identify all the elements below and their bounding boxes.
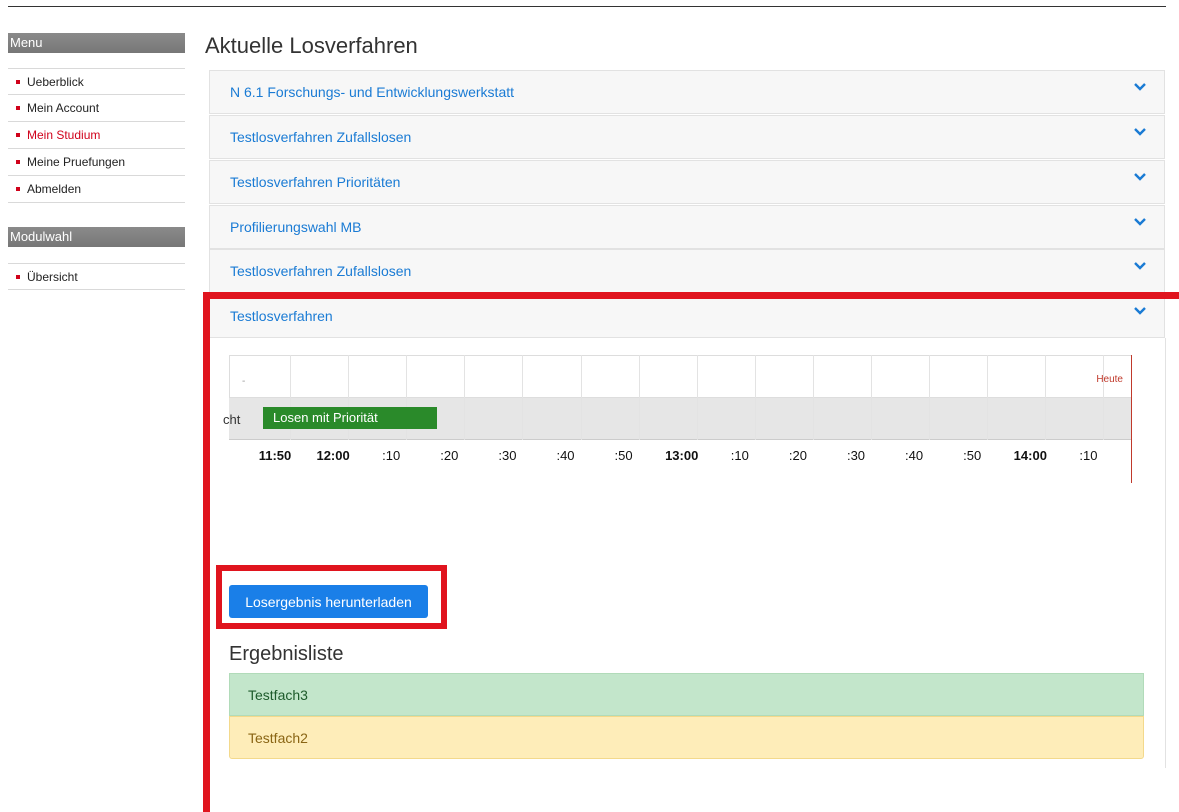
modulwahl-heading: Modulwahl	[8, 227, 185, 247]
timeline-tick-label: 12:00	[316, 448, 350, 463]
chevron-down-icon[interactable]	[1134, 218, 1146, 226]
timeline-bar-losen-mit-prioritaet[interactable]: Losen mit Priorität	[263, 407, 437, 429]
accordion-panel-header[interactable]: Testlosverfahren Zufallslosen	[209, 115, 1165, 159]
chevron-down-icon[interactable]	[1134, 173, 1146, 181]
results-title: Ergebnisliste	[229, 643, 344, 665]
timeline-gridline	[929, 355, 931, 440]
panel-title[interactable]: Testlosverfahren Zufallslosen	[230, 129, 411, 145]
modulwahl-list: Übersicht	[8, 263, 185, 290]
timeline-gridline	[1045, 355, 1047, 440]
panel-title[interactable]: Testlosverfahren	[230, 308, 333, 324]
accordion-panel-header-expanded[interactable]: Testlosverfahren	[209, 294, 1165, 338]
timeline-gridline	[522, 355, 524, 440]
sidebar-item-abmelden[interactable]: Abmelden	[8, 176, 185, 203]
sidebar-item-mein-account[interactable]: Mein Account	[8, 95, 185, 122]
page-title: Aktuelle Losverfahren	[205, 33, 418, 58]
accordion-panel-header[interactable]: N 6.1 Forschungs- und Entwicklungswerkst…	[209, 70, 1165, 114]
timeline-gridline	[987, 355, 989, 440]
chevron-down-icon[interactable]	[1134, 307, 1146, 315]
sidebar-item-mein-studium[interactable]: Mein Studium	[8, 122, 185, 149]
timeline-gridline	[638, 355, 640, 440]
timeline-placeholder: -	[242, 376, 246, 387]
top-divider	[8, 6, 1166, 7]
timeline-tick-label: 13:00	[665, 448, 699, 463]
timeline-tick-label: :10	[382, 448, 401, 463]
timeline-tick-label: :20	[788, 448, 807, 463]
timeline-gridline	[696, 355, 698, 440]
timeline-tick-label: :10	[1079, 448, 1098, 463]
timeline-tick-label: :10	[730, 448, 749, 463]
panel-title[interactable]: Testlosverfahren Zufallslosen	[230, 263, 411, 279]
timeline-gridline	[812, 355, 814, 440]
timeline-tick-label: :30	[846, 448, 866, 463]
panel-body-border	[1165, 338, 1166, 768]
timeline-gridline	[871, 355, 872, 440]
bullet-icon	[16, 79, 20, 84]
timeline-gridline	[580, 355, 582, 440]
timeline-row-label: cht	[223, 412, 241, 427]
timeline: - Heute cht Losen mit Priorität 11:50 12:…	[223, 355, 1132, 485]
timeline-tick-label: :50	[963, 448, 982, 463]
sidebar-item-meine-pruefungen[interactable]: Meine Pruefungen	[8, 149, 185, 176]
accordion-panel-header[interactable]: Testlosverfahren Zufallslosen	[209, 249, 1165, 293]
panel-title[interactable]: Profilierungswahl MB	[230, 219, 362, 235]
timeline-tick-label: 11:50	[258, 448, 292, 463]
bullet-icon	[16, 105, 20, 110]
accordion-panel-header[interactable]: Profilierungswahl MB	[209, 205, 1165, 249]
timeline-tick-label: :20	[440, 448, 459, 463]
chevron-down-icon[interactable]	[1134, 128, 1146, 136]
panel-title[interactable]: Testlosverfahren Prioritäten	[230, 174, 400, 190]
timeline-gridline	[1103, 355, 1105, 440]
result-item-warning: Testfach2	[229, 716, 1144, 759]
bullet-icon	[16, 186, 20, 191]
menu-list: Ueberblick Mein Account Mein Studium Mei…	[8, 68, 185, 203]
timeline-header: - Heute	[229, 355, 1132, 398]
panel-title[interactable]: N 6.1 Forschungs- und Entwicklungswerkst…	[230, 84, 514, 100]
bullet-icon	[16, 274, 20, 279]
timeline-tick-label: :50	[614, 448, 633, 463]
sidebar-item-uebersicht[interactable]: Übersicht	[8, 263, 185, 290]
result-item-success: Testfach3	[229, 673, 1144, 716]
timeline-tick-label: :40	[905, 448, 924, 463]
chevron-down-icon[interactable]	[1134, 83, 1146, 91]
download-result-button[interactable]: Losergebnis herunterladen	[229, 585, 428, 618]
today-label: Heute	[1096, 374, 1123, 385]
bullet-icon	[16, 159, 20, 164]
timeline-tick-label: :40	[556, 448, 575, 463]
timeline-gridline	[464, 355, 466, 440]
today-marker	[1131, 355, 1132, 483]
timeline-tick-label: 14:00	[1013, 448, 1047, 463]
timeline-tick-label: :30	[498, 448, 517, 463]
bullet-icon	[16, 132, 20, 137]
sidebar-item-ueberblick[interactable]: Ueberblick	[8, 68, 185, 95]
menu-heading: Menu	[8, 33, 185, 53]
timeline-gridline	[754, 355, 756, 440]
accordion-panel-header[interactable]: Testlosverfahren Prioritäten	[209, 160, 1165, 204]
chevron-down-icon[interactable]	[1134, 262, 1146, 270]
